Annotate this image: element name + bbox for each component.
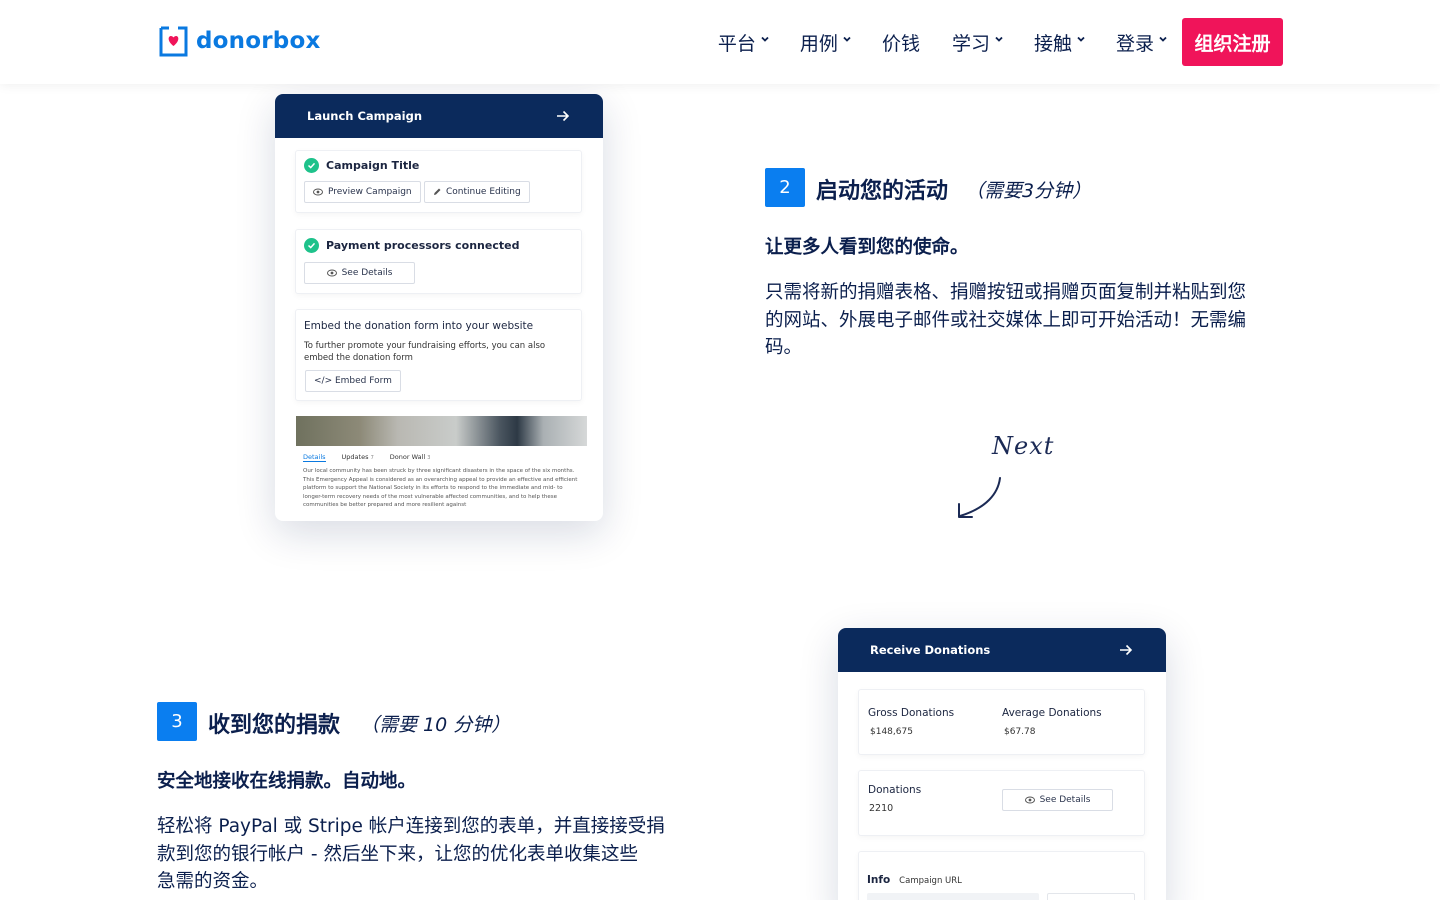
gross-donations-label: Gross Donations <box>868 707 955 719</box>
main-nav: 平台 用例 价钱 学习 接触 登录 组织注册 <box>718 18 1283 66</box>
check-circle-icon <box>304 238 319 253</box>
curved-arrow-icon <box>958 477 1001 518</box>
donation-stats-panel: Gross Donations $148,675 Average Donatio… <box>858 689 1145 755</box>
nav-label: 学习 <box>951 32 990 55</box>
check-circle-icon <box>304 158 319 173</box>
launch-campaign-card: Launch Campaign Campaign Title Preview C… <box>275 94 603 521</box>
description-line: 的网站、外展电子邮件或社交媒体上即可开始活动！无需编 <box>765 309 1247 331</box>
step-2-duration: （需要3分钟） <box>965 180 1092 202</box>
donorbox-logo[interactable]: donorbox <box>157 24 320 58</box>
see-details-button[interactable]: See Details <box>304 262 415 284</box>
copy-url-field[interactable] <box>1047 893 1135 900</box>
step-3-duration: （需要 10 分钟） <box>360 714 511 736</box>
tab-details[interactable]: Details <box>303 453 326 462</box>
continue-editing-button[interactable]: Continue Editing <box>424 181 530 203</box>
payment-processors-panel: Payment processors connected See Details <box>295 229 582 294</box>
description-line: 码。 <box>765 337 803 358</box>
nav-item-pricing[interactable]: 价钱 <box>882 29 920 56</box>
logo-text: donorbox <box>196 28 321 54</box>
nav-label: 登录 <box>1115 32 1154 55</box>
card-title: Launch Campaign <box>307 109 423 123</box>
step-3-description: 轻松将 PayPal 或 Stripe 帐户连接到您的表单，并直接接受捐 款到您… <box>157 813 687 896</box>
card-header: Launch Campaign <box>275 94 603 138</box>
button-label: See Details <box>1039 795 1091 805</box>
nav-item-platform[interactable]: 平台 <box>718 29 770 56</box>
step-3-subtitle: 安全地接收在线捐款。自动地。 <box>157 771 417 792</box>
org-signup-button[interactable]: 组织注册 <box>1182 18 1283 66</box>
nav-label: 接触 <box>1033 32 1072 55</box>
next-handwritten-label: Next <box>992 432 1055 460</box>
tab-count: 7 <box>370 455 374 461</box>
description-line: 急需的资金。 <box>157 871 269 892</box>
eye-icon <box>1024 796 1035 804</box>
step-2-description: 只需将新的捐赠表格、捐赠按钮或捐赠页面复制并粘贴到您 的网站、外展电子邮件或社交… <box>765 279 1285 362</box>
chevron-down-icon <box>843 36 851 42</box>
embed-form-panel: Embed the donation form into your websit… <box>295 309 582 401</box>
campaign-url-label: Campaign URL <box>899 876 962 886</box>
nav-label: 用例 <box>799 32 838 55</box>
chevron-down-icon <box>995 36 1003 42</box>
step-2-subtitle: 让更多人看到您的使命。 <box>765 237 969 258</box>
button-label: See Details <box>341 268 393 278</box>
nav-label: 价钱 <box>881 32 920 55</box>
step-2-number: 2 <box>765 168 805 207</box>
nav-item-login[interactable]: 登录 <box>1116 29 1168 56</box>
see-details-button[interactable]: See Details <box>1002 789 1113 811</box>
gross-donations-value: $148,675 <box>870 727 913 737</box>
campaign-title-label: Campaign Title <box>326 159 420 172</box>
nav-item-learn[interactable]: 学习 <box>952 29 1004 56</box>
campaign-title-panel: Campaign Title Preview Campaign Continue… <box>295 150 582 213</box>
step-2-title: 启动您的活动 <box>816 179 949 204</box>
campaign-preview-text: Our local community has been struck by t… <box>303 468 578 508</box>
embed-title: Embed the donation form into your websit… <box>304 320 534 332</box>
nav-item-use-cases[interactable]: 用例 <box>800 29 852 56</box>
donations-value: 2210 <box>869 803 894 814</box>
arrow-right-icon[interactable] <box>1118 642 1134 658</box>
eye-icon <box>326 269 337 277</box>
nav-item-contact[interactable]: 接触 <box>1034 29 1086 56</box>
preview-campaign-button[interactable]: Preview Campaign <box>304 181 421 203</box>
donations-label: Donations <box>868 784 922 796</box>
card-title: Receive Donations <box>870 643 991 657</box>
tab-label: Updates <box>341 453 369 461</box>
info-label: Info <box>867 874 891 886</box>
description-line: 款到您的银行帐户 - 然后坐下来，让您的优化表单收集这些 <box>157 843 638 865</box>
site-header: donorbox 平台 用例 价钱 学习 接触 登录 组织注册 <box>0 0 1440 84</box>
tab-count: 3 <box>427 455 431 461</box>
button-label: Continue Editing <box>446 187 521 197</box>
embed-form-button[interactable]: </> Embed Form <box>305 370 401 392</box>
tab-donor-wall[interactable]: Donor Wall 3 <box>390 453 431 462</box>
button-label: Preview Campaign <box>328 187 412 197</box>
receive-donations-card: Receive Donations Gross Donations $148,6… <box>838 628 1166 900</box>
description-line: 只需将新的捐赠表格、捐赠按钮或捐赠页面复制并粘贴到您 <box>765 282 1247 303</box>
tab-label: Donor Wall <box>389 453 426 461</box>
average-donations-label: Average Donations <box>1002 707 1102 719</box>
campaign-preview: Details Updates 7 Donor Wall 3 Our local… <box>296 416 587 516</box>
arrow-right-icon[interactable] <box>555 108 571 124</box>
donations-count-panel: Donations 2210 See Details <box>858 770 1145 836</box>
processors-label: Payment processors connected <box>326 239 520 252</box>
card-header: Receive Donations <box>838 628 1166 672</box>
campaign-photo <box>296 416 587 446</box>
step-3-title: 收到您的捐款 <box>208 713 341 738</box>
logo-heart-box-icon <box>159 26 188 57</box>
eye-icon <box>313 188 323 196</box>
campaign-url-field[interactable] <box>867 893 1039 900</box>
chevron-down-icon <box>761 36 769 42</box>
step-3-number: 3 <box>157 702 197 741</box>
description-line: 轻松将 PayPal 或 Stripe 帐户连接到您的表单，并直接接受捐 <box>157 816 665 837</box>
pencil-icon <box>434 188 441 195</box>
nav-label: 平台 <box>717 32 756 55</box>
average-donations-value: $67.78 <box>1004 727 1036 737</box>
chevron-down-icon <box>1077 36 1085 42</box>
embed-description: To further promote your fundraising effo… <box>304 341 546 363</box>
tab-updates[interactable]: Updates 7 <box>342 453 374 462</box>
info-panel: Info Campaign URL <box>858 851 1145 900</box>
chevron-down-icon <box>1159 36 1167 42</box>
